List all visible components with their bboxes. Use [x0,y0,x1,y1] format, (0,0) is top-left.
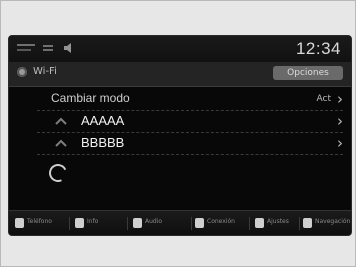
bottom-item-navigation[interactable]: Navegación [303,216,350,232]
divider [127,217,128,230]
divider [69,217,70,230]
device-icon [195,218,204,228]
bottom-bar: Teléfono Info Audio Conexión Ajustes Nav… [9,210,351,235]
screenshot-frame: 12:34 Wi-Fi Opciones Cambiar modo Act › … [0,0,356,267]
clock: 12:34 [295,39,341,58]
gear-icon [17,67,27,77]
bottom-item-phone[interactable]: Teléfono [15,216,65,232]
status-bar: 12:34 [9,36,351,62]
wifi-network-icon [55,139,67,147]
menu-icon[interactable] [17,42,35,54]
loading-spinner-icon [46,161,70,185]
change-mode-row[interactable]: Cambiar modo Act › [37,88,343,111]
page-title: Wi-Fi [33,66,57,77]
bottom-item-audio[interactable]: Audio [133,216,189,232]
volume-icon [64,43,71,53]
title-bar: Wi-Fi Opciones [9,62,351,87]
divider [299,217,300,230]
network-row-2[interactable]: BBBBB › [37,132,343,155]
signal-icon [43,45,53,51]
network-row-1[interactable]: AAAAA › [37,110,343,133]
chevron-right-icon: › [337,112,343,130]
divider [191,217,192,230]
settings-icon [255,218,264,228]
bottom-item-settings[interactable]: Ajustes [255,216,297,232]
bottom-item-device[interactable]: Conexión [195,216,247,232]
info-icon [75,218,84,228]
bottom-item-info[interactable]: Info [75,216,123,232]
chevron-right-icon: › [337,134,343,152]
wifi-network-icon [55,117,67,125]
change-mode-label: Cambiar modo [51,91,130,105]
network-name: BBBBB [81,135,125,150]
network-name: AAAAA [81,113,125,128]
audio-icon [133,218,142,228]
nav-icon [303,218,312,228]
divider [249,217,250,230]
chevron-right-icon: › [337,90,343,108]
infotainment-screen: 12:34 Wi-Fi Opciones Cambiar modo Act › … [8,35,352,236]
change-mode-value: Act [316,94,331,104]
options-button[interactable]: Opciones [273,66,343,80]
phone-icon [15,218,24,228]
